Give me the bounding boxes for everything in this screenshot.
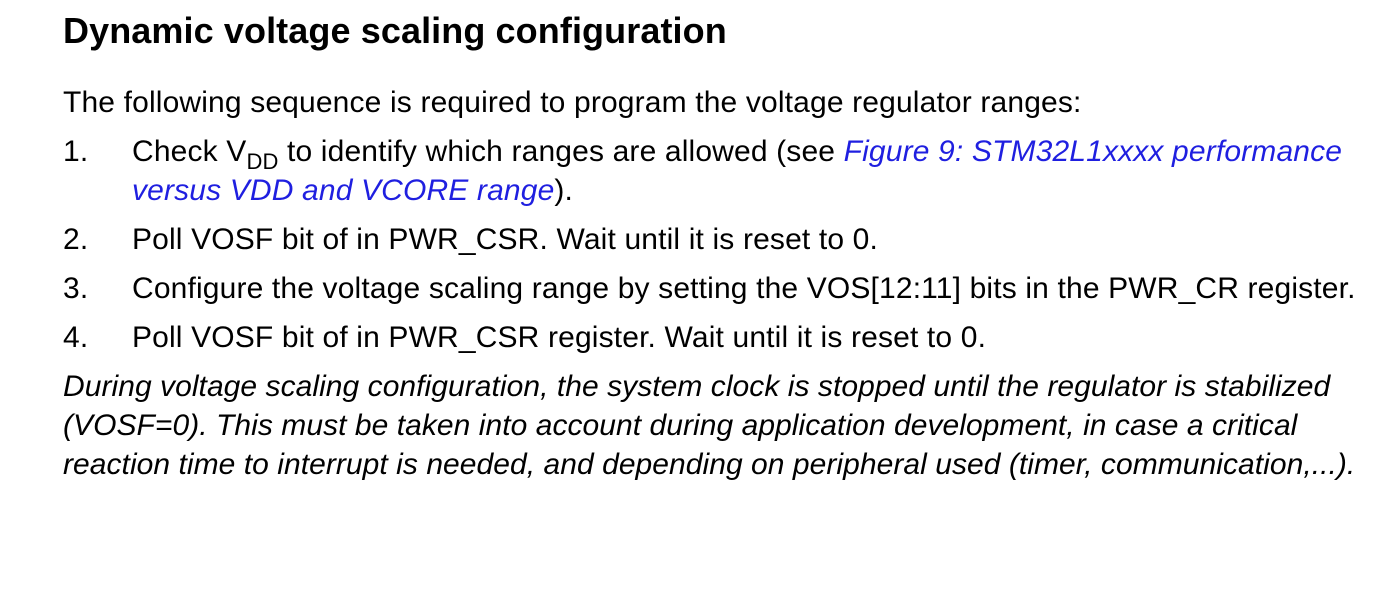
note-paragraph: During voltage scaling configuration, th… <box>63 370 1356 481</box>
intro-paragraph: The following sequence is required to pr… <box>63 86 1082 119</box>
step-text: Check V <box>132 135 247 168</box>
procedure-steps-list: 1. Check VDD to identify which ranges ar… <box>63 132 1373 357</box>
step-number: 4. <box>63 321 89 354</box>
list-item-step-4: 4. Poll VOSF bit of in PWR_CSR register.… <box>63 318 1373 357</box>
document-page: Dynamic voltage scaling configuration Th… <box>63 0 1373 484</box>
step-text: Poll VOSF bit of in PWR_CSR. Wait until … <box>132 223 878 256</box>
step-number: 2. <box>63 223 89 256</box>
section-title: Dynamic voltage scaling configuration <box>63 10 727 51</box>
step-text: to identify which ranges are allowed (se… <box>278 135 844 168</box>
list-item-step-1: 1. Check VDD to identify which ranges ar… <box>63 132 1373 210</box>
list-item-step-3: 3. Configure the voltage scaling range b… <box>63 269 1373 308</box>
step-number: 3. <box>63 272 89 305</box>
step-number: 1. <box>63 135 89 168</box>
list-item-step-2: 2. Poll VOSF bit of in PWR_CSR. Wait unt… <box>63 220 1373 259</box>
step-text-end: ). <box>554 174 574 207</box>
step-text: Configure the voltage scaling range by s… <box>132 272 1356 305</box>
subscript-dd: DD <box>246 149 279 174</box>
step-text: Poll VOSF bit of in PWR_CSR register. Wa… <box>132 321 987 354</box>
